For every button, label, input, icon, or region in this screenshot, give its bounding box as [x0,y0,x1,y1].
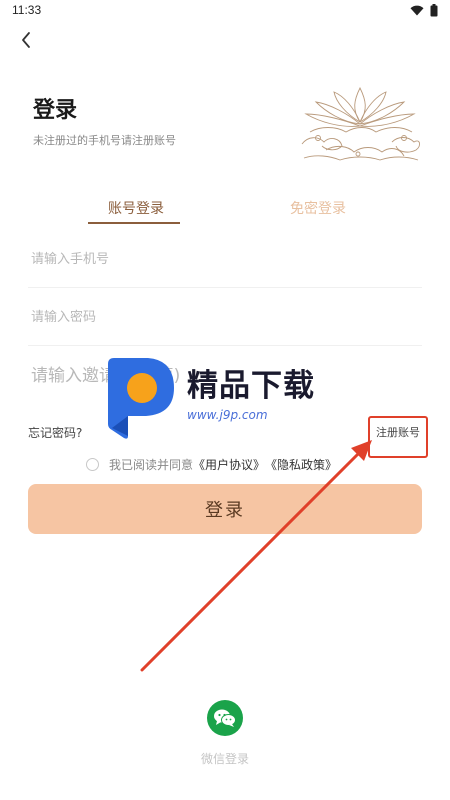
watermark-url: www.j9p.com [187,408,268,422]
status-time: 11:33 [12,3,42,17]
password-input[interactable] [28,290,422,345]
lotus-illustration [301,86,421,161]
battery-icon [430,4,438,17]
agreement-row: 我已阅读并同意 《用户协议》 《隐私政策》 [86,456,337,473]
wechat-bubbles-icon [214,709,236,727]
highlight-box [368,416,428,458]
watermark-logo [108,358,174,439]
wifi-icon [410,5,424,16]
forgot-password-link[interactable]: 忘记密码? [28,424,82,441]
tab-passwordless-login[interactable]: 免密登录 [278,198,358,218]
password-field [28,290,422,346]
watermark-title: 精品下载 [187,368,315,404]
back-arrow-icon [22,32,30,48]
status-icons [410,4,438,17]
page-title: 登录 [33,98,78,123]
wechat-login-label[interactable]: 微信登录 [0,750,450,767]
tab-account-login[interactable]: 账号登录 [92,198,180,218]
phone-input[interactable] [28,232,422,287]
tab-active-indicator [88,222,180,224]
agreement-prefix: 我已阅读并同意 [109,458,194,472]
user-agreement-link[interactable]: 《用户协议》 [193,456,265,473]
status-bar: 11:33 [0,0,450,22]
radio-icon[interactable] [86,458,99,471]
phone-field [28,232,422,288]
login-button[interactable]: 登录 [28,484,422,534]
privacy-policy-link[interactable]: 《隐私政策》 [265,456,337,473]
wechat-icon[interactable] [207,700,243,736]
page-subtitle: 未注册过的手机号请注册账号 [33,134,176,147]
back-button[interactable] [12,26,40,54]
